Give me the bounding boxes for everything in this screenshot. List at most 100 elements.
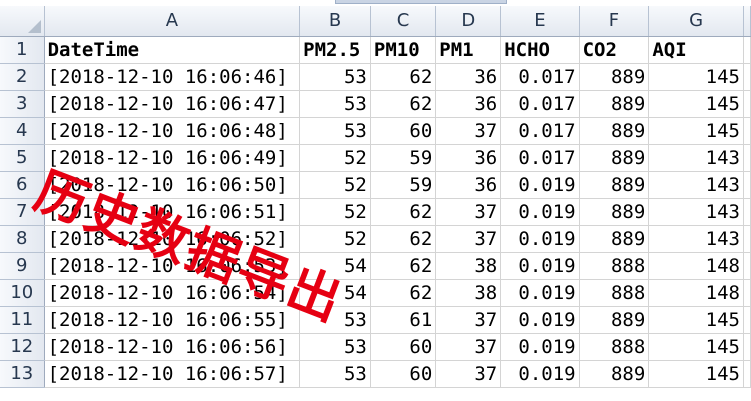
cell-b8[interactable]: 52 — [299, 225, 371, 253]
row-header[interactable]: 6 — [0, 171, 45, 199]
row-header[interactable]: 13 — [0, 360, 45, 388]
row-header[interactable]: 1 — [0, 36, 45, 64]
cell-b3[interactable]: 53 — [299, 90, 371, 118]
cell-b10[interactable]: 54 — [299, 279, 371, 307]
cell-c13[interactable]: 60 — [370, 360, 437, 388]
cell-b5[interactable]: 52 — [299, 144, 371, 172]
cell-blank[interactable] — [743, 90, 751, 118]
cell-c8[interactable]: 62 — [370, 225, 437, 253]
cell-e3[interactable]: 0.017 — [500, 90, 580, 118]
cell-c6[interactable]: 59 — [370, 171, 437, 199]
cell-blank[interactable] — [743, 63, 751, 91]
cell-g7[interactable]: 143 — [648, 198, 744, 226]
cell-blank[interactable] — [743, 333, 751, 361]
cell-d6[interactable]: 36 — [435, 171, 502, 199]
cell-a1[interactable]: DateTime — [44, 36, 301, 64]
scroll-tab[interactable] — [335, 0, 507, 4]
cell-c4[interactable]: 60 — [370, 117, 437, 145]
cell-b9[interactable]: 54 — [299, 252, 371, 280]
cell-f12[interactable]: 888 — [579, 333, 650, 361]
cell-f7[interactable]: 889 — [579, 198, 650, 226]
cell-d2[interactable]: 36 — [435, 63, 502, 91]
cell-e4[interactable]: 0.017 — [500, 117, 580, 145]
cell-d11[interactable]: 37 — [435, 306, 502, 334]
cell-f6[interactable]: 889 — [579, 171, 650, 199]
row-header[interactable]: 8 — [0, 225, 45, 253]
row-header[interactable]: 4 — [0, 117, 45, 145]
cell-d8[interactable]: 37 — [435, 225, 502, 253]
column-header-a[interactable]: A — [44, 6, 301, 37]
cell-blank[interactable] — [743, 360, 751, 388]
cell-b7[interactable]: 52 — [299, 198, 371, 226]
cell-a12[interactable]: [2018-12-10 16:06:56] — [44, 333, 301, 361]
cell-a8[interactable]: [2018-12-10 16:06:52] — [44, 225, 301, 253]
row-header[interactable]: 3 — [0, 90, 45, 118]
cell-f10[interactable]: 888 — [579, 279, 650, 307]
cell-blank[interactable] — [743, 144, 751, 172]
cell-g6[interactable]: 143 — [648, 171, 744, 199]
cell-e10[interactable]: 0.019 — [500, 279, 580, 307]
cell-d9[interactable]: 38 — [435, 252, 502, 280]
cell-e2[interactable]: 0.017 — [500, 63, 580, 91]
cell-g12[interactable]: 145 — [648, 333, 744, 361]
cell-e7[interactable]: 0.019 — [500, 198, 580, 226]
cell-f2[interactable]: 889 — [579, 63, 650, 91]
cell-a5[interactable]: [2018-12-10 16:06:49] — [44, 144, 301, 172]
cell-d13[interactable]: 37 — [435, 360, 502, 388]
cell-g11[interactable]: 145 — [648, 306, 744, 334]
cell-e5[interactable]: 0.017 — [500, 144, 580, 172]
cell-d4[interactable]: 37 — [435, 117, 502, 145]
cell-d7[interactable]: 37 — [435, 198, 502, 226]
row-header[interactable]: 11 — [0, 306, 45, 334]
column-header-g[interactable]: G — [648, 6, 744, 37]
cell-e13[interactable]: 0.019 — [500, 360, 580, 388]
cell-e11[interactable]: 0.019 — [500, 306, 580, 334]
cell-b13[interactable]: 53 — [299, 360, 371, 388]
row-header[interactable]: 10 — [0, 279, 45, 307]
cell-g13[interactable]: 145 — [648, 360, 744, 388]
cell-b2[interactable]: 53 — [299, 63, 371, 91]
cell-blank[interactable] — [743, 117, 751, 145]
cell-blank[interactable] — [743, 225, 751, 253]
cell-a3[interactable]: [2018-12-10 16:06:47] — [44, 90, 301, 118]
cell-blank[interactable] — [743, 171, 751, 199]
cell-f8[interactable]: 889 — [579, 225, 650, 253]
cell-f4[interactable]: 889 — [579, 117, 650, 145]
column-header-d[interactable]: D — [435, 6, 502, 37]
row-header[interactable]: 7 — [0, 198, 45, 226]
cell-f1[interactable]: CO2 — [579, 36, 650, 64]
cell-f11[interactable]: 889 — [579, 306, 650, 334]
cell-f13[interactable]: 889 — [579, 360, 650, 388]
cell-a10[interactable]: [2018-12-10 16:06:54] — [44, 279, 301, 307]
cell-g3[interactable]: 145 — [648, 90, 744, 118]
cell-a11[interactable]: [2018-12-10 16:06:55] — [44, 306, 301, 334]
cell-c1[interactable]: PM10 — [370, 36, 437, 64]
cell-f3[interactable]: 889 — [579, 90, 650, 118]
cell-c9[interactable]: 62 — [370, 252, 437, 280]
cell-b11[interactable]: 53 — [299, 306, 371, 334]
column-header-blank[interactable] — [743, 6, 751, 37]
cell-f9[interactable]: 888 — [579, 252, 650, 280]
select-all-corner[interactable] — [0, 6, 45, 37]
row-header[interactable]: 9 — [0, 252, 45, 280]
cell-c12[interactable]: 60 — [370, 333, 437, 361]
cell-g8[interactable]: 143 — [648, 225, 744, 253]
cell-d3[interactable]: 36 — [435, 90, 502, 118]
cell-b4[interactable]: 53 — [299, 117, 371, 145]
cell-a2[interactable]: [2018-12-10 16:06:46] — [44, 63, 301, 91]
row-header[interactable]: 12 — [0, 333, 45, 361]
column-header-c[interactable]: C — [370, 6, 437, 37]
cell-g9[interactable]: 148 — [648, 252, 744, 280]
cell-g10[interactable]: 148 — [648, 279, 744, 307]
cell-d1[interactable]: PM1 — [435, 36, 502, 64]
cell-blank[interactable] — [743, 198, 751, 226]
cell-blank[interactable] — [743, 252, 751, 280]
cell-d10[interactable]: 38 — [435, 279, 502, 307]
cell-e9[interactable]: 0.019 — [500, 252, 580, 280]
cell-c11[interactable]: 61 — [370, 306, 437, 334]
column-header-b[interactable]: B — [299, 6, 371, 37]
cell-a6[interactable]: [2018-12-10 16:06:50] — [44, 171, 301, 199]
cell-a7[interactable]: [2018-12-10 16:06:51] — [44, 198, 301, 226]
cell-a9[interactable]: [2018-12-10 16:06:53] — [44, 252, 301, 280]
cell-b1[interactable]: PM2.5 — [299, 36, 371, 64]
